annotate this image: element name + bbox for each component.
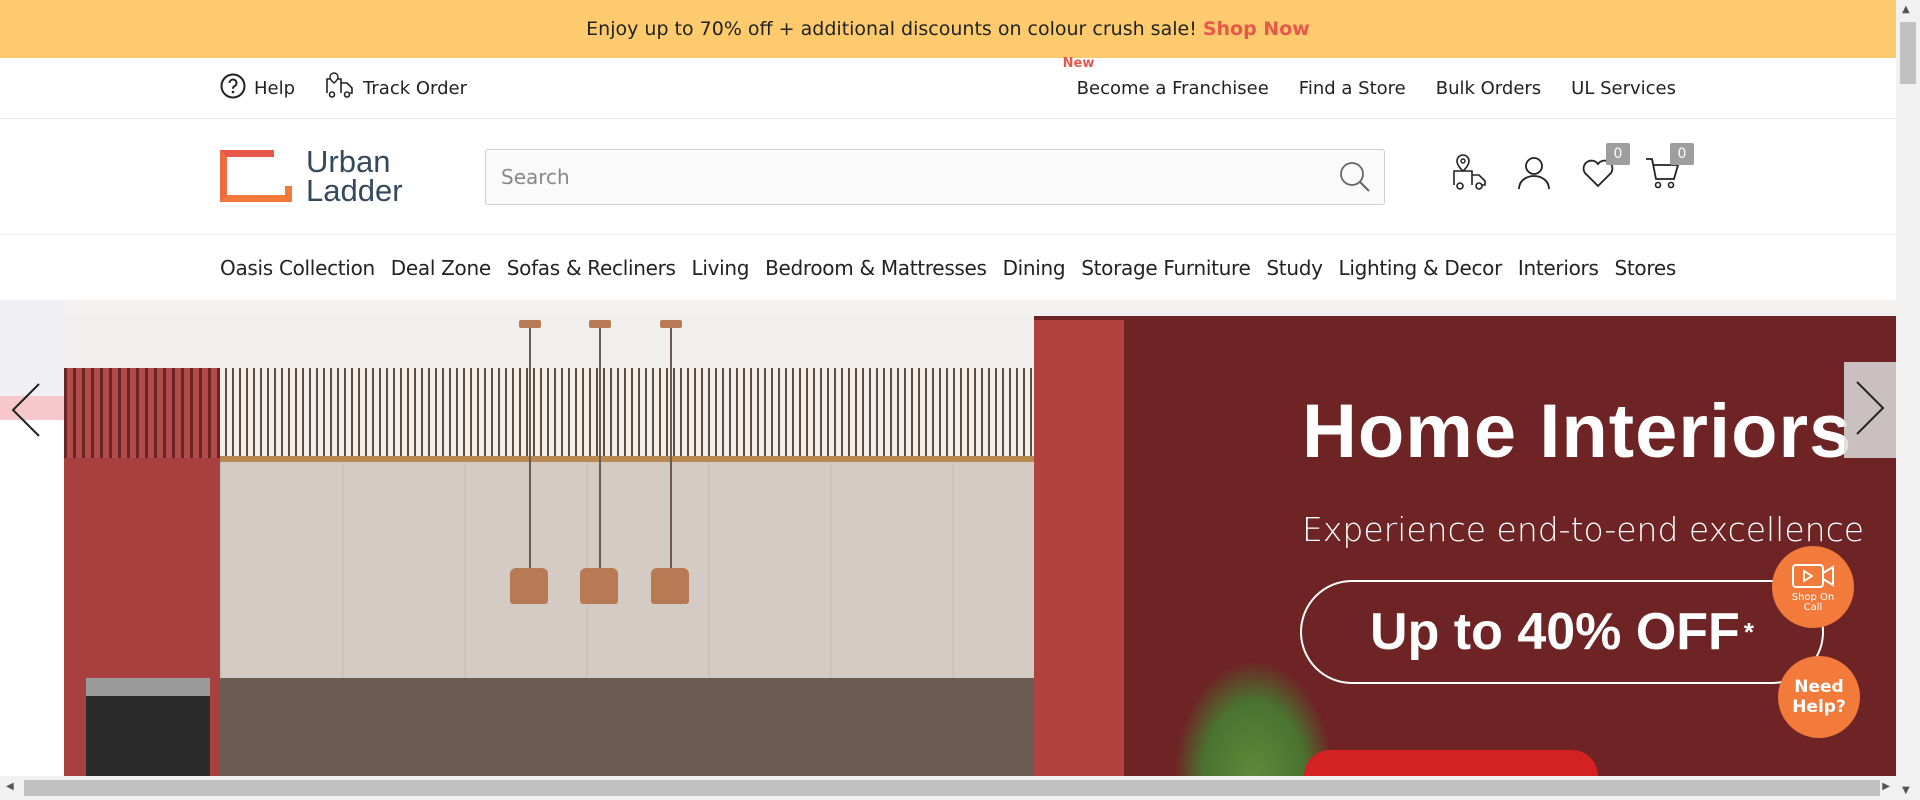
- new-badge: New: [1062, 56, 1095, 71]
- hero-offer-badge: Up to 40% OFF *: [1300, 580, 1824, 684]
- cart-count: 0: [1670, 143, 1694, 165]
- become-franchisee-link[interactable]: New Become a Franchisee: [1063, 56, 1269, 99]
- scroll-left-arrow-icon[interactable]: ◀: [6, 781, 14, 792]
- logo-text: Urban Ladder: [306, 144, 403, 208]
- kitchen-slat-column: [64, 368, 220, 458]
- vertical-scroll-thumb[interactable]: [1900, 22, 1916, 84]
- need-help-line1: Need: [1794, 677, 1844, 697]
- become-franchisee-label: Become a Franchisee: [1076, 78, 1269, 99]
- kitchen-backsplash: [220, 678, 1034, 776]
- kitchen-ceiling: [64, 300, 1896, 316]
- main-header: Urban Ladder 0: [0, 119, 1896, 235]
- pendant-lamp: [510, 320, 550, 604]
- nav-item-living[interactable]: Living: [692, 256, 750, 280]
- user-icon: [1516, 155, 1552, 195]
- shop-now-link[interactable]: Shop Now: [1203, 18, 1310, 40]
- nav-item-interiors[interactable]: Interiors: [1518, 256, 1599, 280]
- bulk-orders-link[interactable]: Bulk Orders: [1436, 78, 1541, 99]
- help-label: Help: [254, 78, 296, 99]
- pendant-lamp: [651, 320, 691, 604]
- logo-mark-icon: [220, 150, 292, 202]
- scroll-right-arrow-icon[interactable]: ▶: [1882, 781, 1890, 792]
- chevron-right-icon: [1855, 380, 1885, 440]
- account-button[interactable]: [1514, 155, 1554, 195]
- hero-slide-home-interiors[interactable]: Home Interiors Experience end-to-end exc…: [64, 300, 1896, 776]
- chevron-left-icon: [11, 382, 41, 442]
- shop-on-call-line1: Shop On: [1791, 591, 1835, 603]
- hero-cta-button[interactable]: [1304, 750, 1598, 776]
- scroll-up-arrow-icon[interactable]: ▲: [1902, 4, 1910, 15]
- ul-services-link[interactable]: UL Services: [1571, 78, 1676, 99]
- store-delivery-icon: [1450, 153, 1490, 197]
- shop-on-call-line2: Call: [1803, 601, 1823, 613]
- find-store-link[interactable]: Find a Store: [1299, 78, 1406, 99]
- kitchen-slat-panel: [220, 368, 1034, 456]
- need-help-button[interactable]: Need Help?: [1778, 656, 1860, 738]
- nav-item-sofas-recliners[interactable]: Sofas & Recliners: [507, 256, 676, 280]
- carousel-next-button[interactable]: [1844, 362, 1896, 458]
- nav-item-dining[interactable]: Dining: [1003, 256, 1066, 280]
- horizontal-scrollbar[interactable]: ◀ ▶: [0, 776, 1896, 800]
- carousel-prev-button[interactable]: [0, 364, 52, 460]
- nav-item-study[interactable]: Study: [1266, 256, 1323, 280]
- nav-item-deal-zone[interactable]: Deal Zone: [391, 256, 491, 280]
- kitchen-tall-panel: [1034, 320, 1124, 776]
- shop-on-call-button[interactable]: Shop On Call: [1772, 546, 1854, 628]
- kitchen-cabinets: [220, 462, 1034, 678]
- wishlist-button[interactable]: 0: [1578, 143, 1630, 195]
- hero-carousel: Home Interiors Experience end-to-end exc…: [0, 300, 1896, 776]
- hero-offer-text: Up to 40% OFF: [1370, 603, 1740, 661]
- kitchen-oven: [86, 678, 210, 776]
- urban-ladder-logo[interactable]: Urban Ladder: [220, 144, 403, 208]
- vertical-scrollbar[interactable]: ▲ ▼: [1896, 0, 1920, 800]
- utility-bar: Help Track Order New Become a Franchisee…: [0, 56, 1896, 119]
- video-call-icon: [1791, 562, 1835, 593]
- search-input[interactable]: [486, 150, 1306, 204]
- help-link[interactable]: Help: [220, 73, 295, 104]
- category-nav: Oasis Collection Deal Zone Sofas & Recli…: [220, 236, 1676, 300]
- nav-item-oasis-collection[interactable]: Oasis Collection: [220, 256, 375, 280]
- pendant-lamp: [580, 320, 620, 604]
- nav-item-storage-furniture[interactable]: Storage Furniture: [1081, 256, 1251, 280]
- promo-banner: Enjoy up to 70% off + additional discoun…: [0, 0, 1896, 58]
- hero-subtitle: Experience end-to-end excellence: [1302, 510, 1865, 549]
- store-locator-button[interactable]: [1450, 153, 1490, 197]
- logo-line1: Urban: [306, 144, 391, 179]
- need-help-line2: Help?: [1792, 697, 1846, 717]
- delivery-truck-icon: [323, 71, 355, 106]
- hero-offer-mark: *: [1743, 616, 1754, 647]
- hero-title: Home Interiors: [1302, 389, 1853, 474]
- help-icon: [220, 73, 246, 104]
- logo-line2: Ladder: [306, 173, 403, 208]
- nav-item-lighting-decor[interactable]: Lighting & Decor: [1339, 256, 1503, 280]
- track-order-link[interactable]: Track Order: [323, 71, 467, 106]
- promo-text: Enjoy up to 70% off + additional discoun…: [586, 18, 1197, 40]
- search-icon[interactable]: [1338, 160, 1372, 198]
- nav-item-stores[interactable]: Stores: [1614, 256, 1676, 280]
- wishlist-count: 0: [1606, 143, 1630, 165]
- nav-item-bedroom-mattresses[interactable]: Bedroom & Mattresses: [765, 256, 987, 280]
- search-box: [485, 149, 1385, 205]
- cart-button[interactable]: 0: [1642, 143, 1694, 195]
- scroll-down-arrow-icon[interactable]: ▼: [1902, 785, 1910, 796]
- track-order-label: Track Order: [363, 78, 468, 99]
- horizontal-scroll-thumb[interactable]: [24, 780, 1880, 796]
